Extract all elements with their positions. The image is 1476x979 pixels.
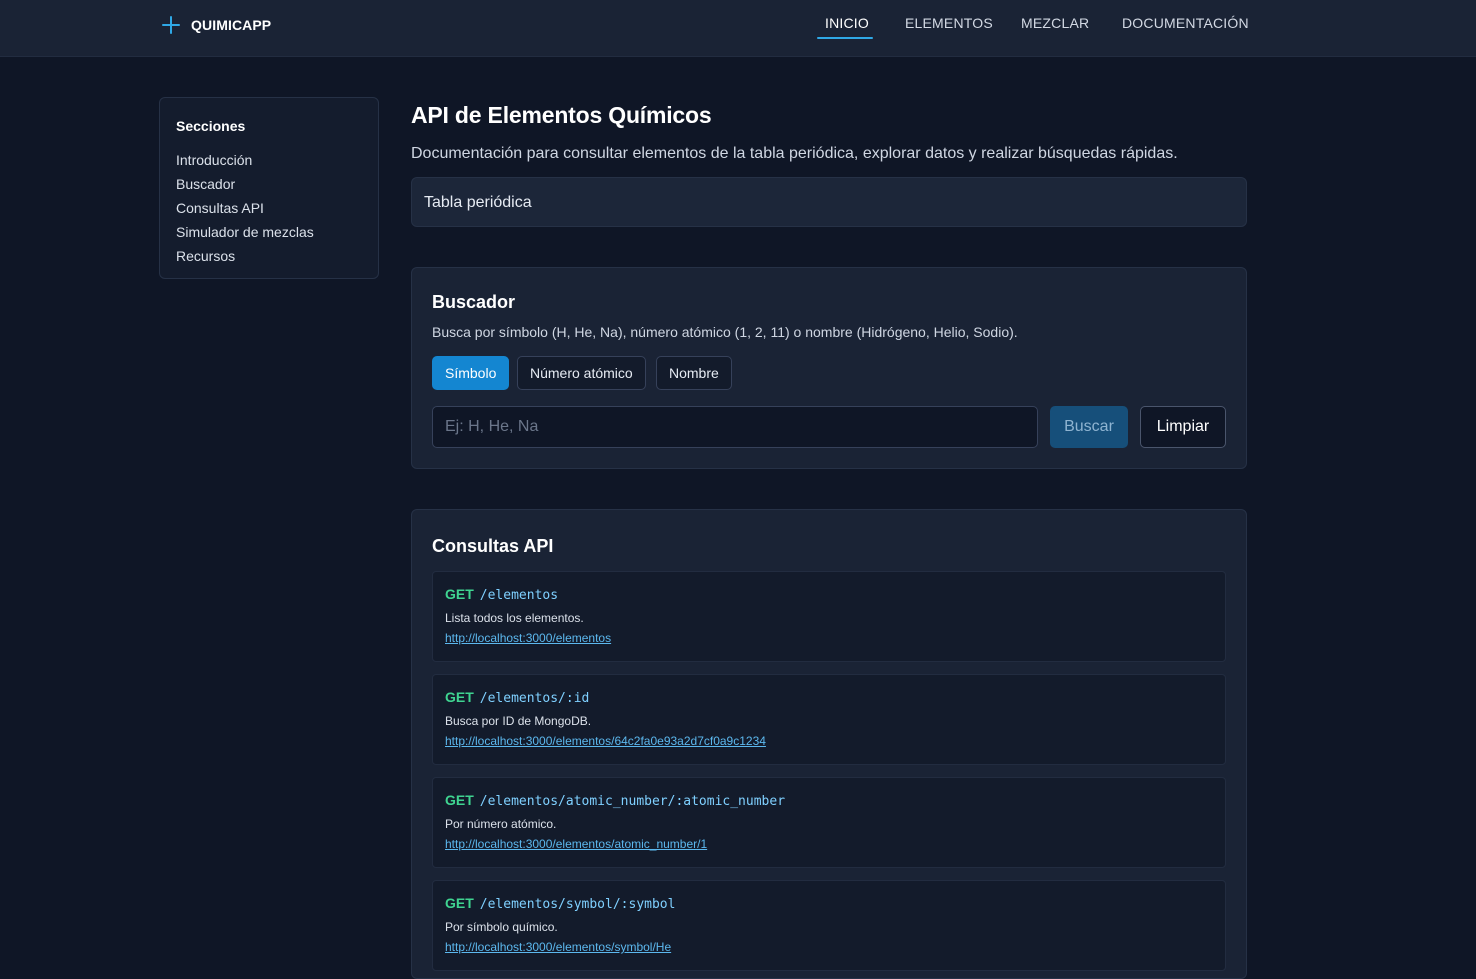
clear-button[interactable]: Limpiar	[1140, 406, 1226, 448]
sidebar-title: Secciones	[176, 118, 246, 134]
sidebar-item-simulador[interactable]: Simulador de mezclas	[176, 220, 362, 244]
nav-item-documentacion[interactable]: DOCUMENTACIÓN	[1122, 15, 1249, 31]
nav-item-mezclar[interactable]: MEZCLAR	[1021, 15, 1089, 31]
endpoint-url-link[interactable]: http://localhost:3000/elementos/symbol/H…	[445, 940, 671, 954]
endpoint-url-link[interactable]: http://localhost:3000/elementos	[445, 631, 611, 645]
endpoint-by-symbol: GET /elementos/symbol/:symbol Por símbol…	[432, 880, 1226, 971]
search-button[interactable]: Buscar	[1050, 406, 1128, 448]
search-input[interactable]	[432, 406, 1038, 448]
page-description: Documentación para consultar elementos d…	[411, 145, 1178, 162]
api-card: Consultas API GET /elementos Lista todos…	[411, 509, 1247, 979]
http-method: GET	[445, 792, 474, 808]
endpoint-path: /elementos	[479, 588, 559, 603]
endpoint-by-id: GET /elementos/:id Busca por ID de Mongo…	[432, 674, 1226, 765]
plus-icon	[161, 15, 181, 35]
nav-active-indicator	[817, 37, 873, 39]
endpoint-description: Por símbolo químico.	[445, 920, 558, 934]
search-title: Buscador	[432, 292, 516, 312]
http-method: GET	[445, 689, 474, 705]
search-hint: Busca por símbolo (H, He, Na), número at…	[432, 324, 1018, 340]
sidebar-item-buscador[interactable]: Buscador	[176, 172, 362, 196]
mode-atomic-number-button[interactable]: Número atómico	[517, 356, 646, 390]
http-method: GET	[445, 586, 474, 602]
endpoint-path: /elementos/symbol/:symbol	[479, 897, 676, 912]
brand[interactable]: QUIMICAPP	[161, 14, 271, 36]
sidebar: Secciones Introducción Buscador Consulta…	[159, 97, 379, 279]
nav-item-elementos[interactable]: ELEMENTOS	[905, 15, 993, 31]
nav-item-inicio[interactable]: INICIO	[825, 15, 869, 31]
top-navbar: QUIMICAPP	[0, 0, 1476, 57]
endpoint-by-atomic-number: GET /elementos/atomic_number/:atomic_num…	[432, 777, 1226, 868]
sidebar-item-consultas-api[interactable]: Consultas API	[176, 196, 362, 220]
endpoint-list-all: GET /elementos Lista todos los elementos…	[432, 571, 1226, 662]
endpoint-url-link[interactable]: http://localhost:3000/elementos/atomic_n…	[445, 837, 707, 851]
endpoint-path: /elementos/atomic_number/:atomic_number	[479, 794, 786, 809]
api-title: Consultas API	[432, 536, 554, 556]
periodic-table-panel[interactable]: Tabla periódica	[411, 177, 1247, 227]
search-card: Buscador Busca por símbolo (H, He, Na), …	[411, 267, 1247, 469]
sidebar-item-introduccion[interactable]: Introducción	[176, 148, 362, 172]
endpoint-path: /elementos/:id	[479, 691, 590, 706]
endpoint-url-link[interactable]: http://localhost:3000/elementos/64c2fa0e…	[445, 734, 766, 748]
endpoint-description: Busca por ID de MongoDB.	[445, 714, 592, 728]
sidebar-item-recursos[interactable]: Recursos	[176, 244, 362, 268]
endpoint-description: Por número atómico.	[445, 817, 557, 831]
brand-name: QUIMICAPP	[191, 17, 272, 33]
mode-symbol-button[interactable]: Símbolo	[432, 356, 510, 390]
mode-name-button[interactable]: Nombre	[656, 356, 732, 390]
endpoint-description: Lista todos los elementos.	[445, 611, 584, 625]
page-title: API de Elementos Químicos	[411, 102, 712, 128]
http-method: GET	[445, 895, 474, 911]
